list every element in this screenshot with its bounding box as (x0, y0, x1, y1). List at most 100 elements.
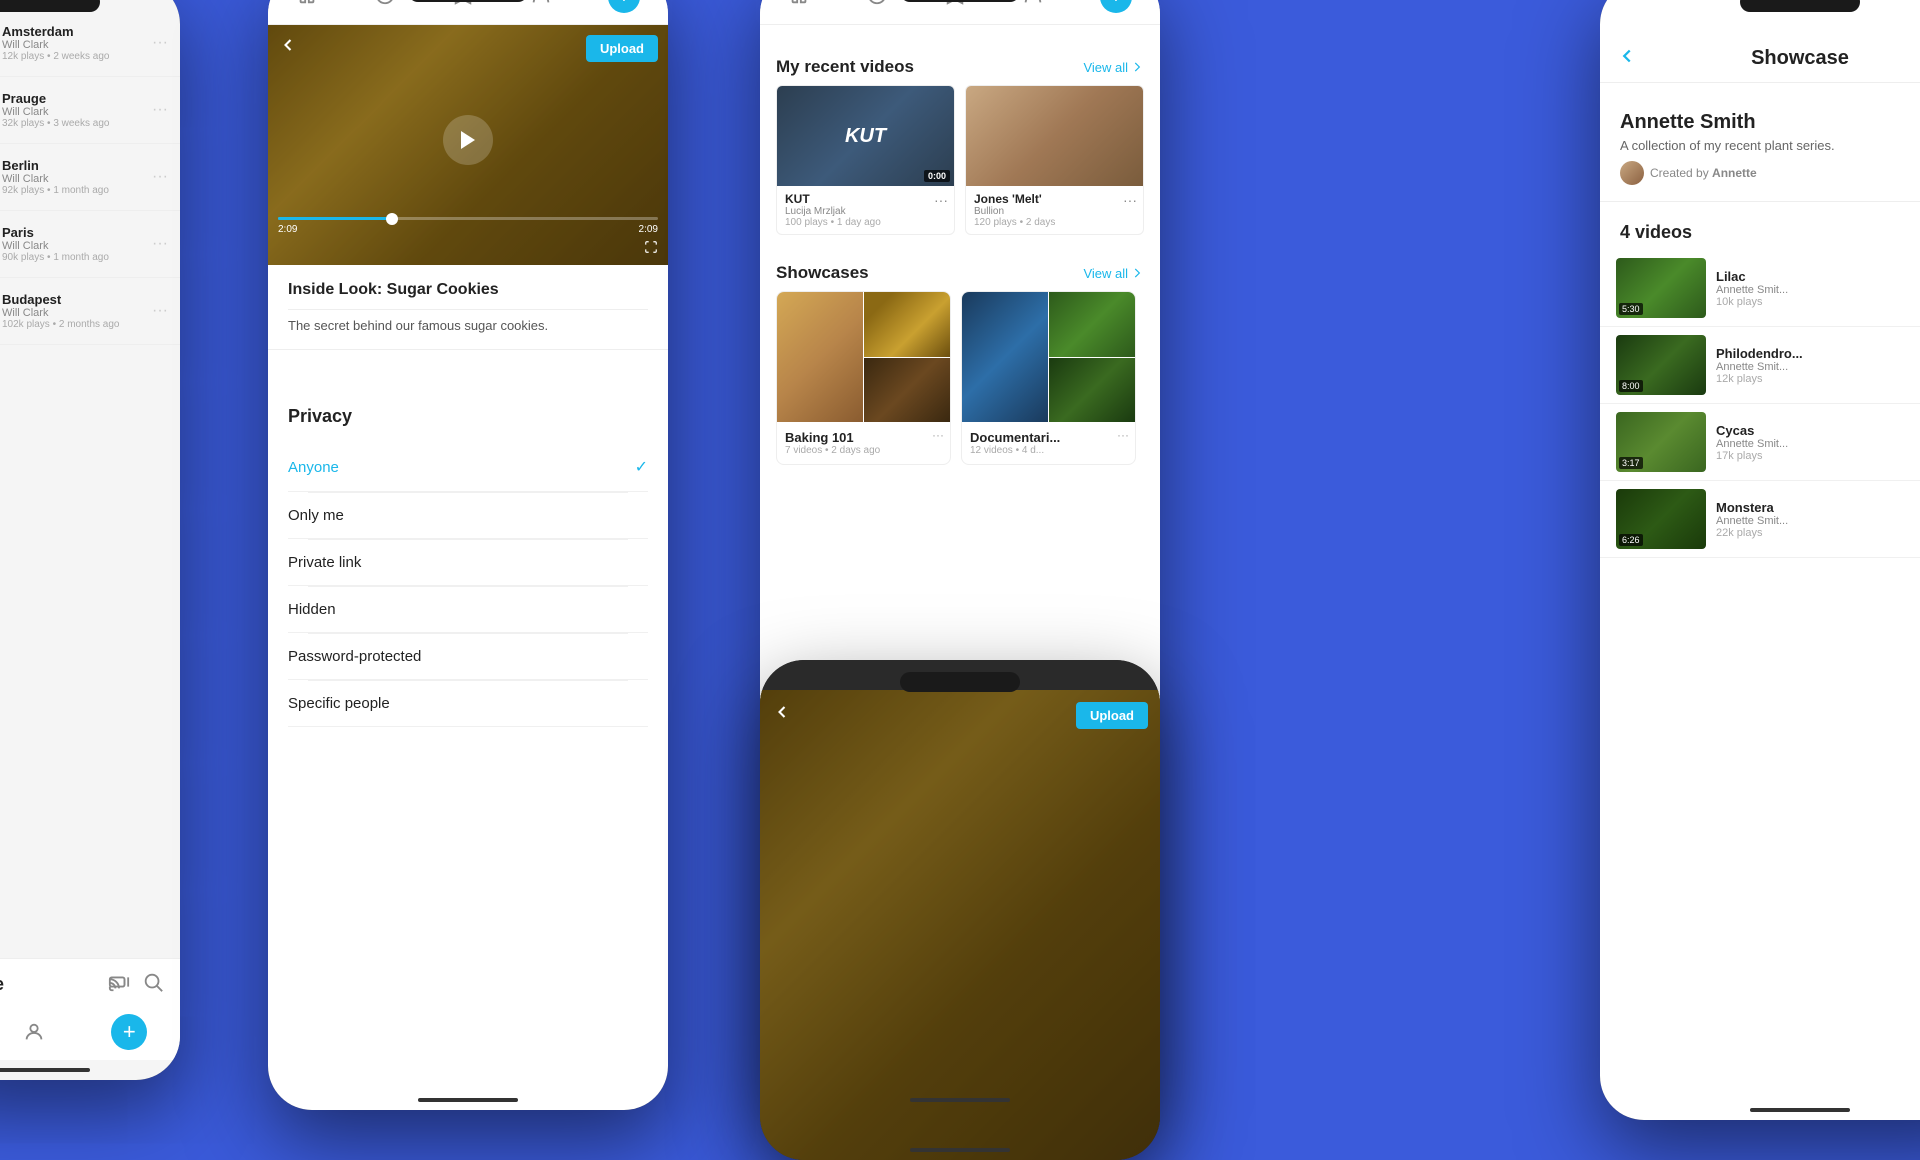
list-item[interactable]: 7:29 Budapest Will Clark 102k plays • 2 … (0, 278, 180, 345)
fullscreen-icon[interactable] (644, 240, 658, 257)
list-item[interactable]: 7:29 Amsterdam Will Clark 12k plays • 2 … (0, 10, 180, 77)
privacy-option-password[interactable]: Password-protected (288, 634, 648, 680)
video-stats: 12k plays • 2 weeks ago (2, 51, 142, 62)
video-title: Berlin (2, 158, 142, 173)
more-button[interactable]: ··· (152, 235, 168, 253)
showcase-meta: 7 videos • 2 days ago (785, 445, 942, 456)
video-creator: Will Clark (2, 173, 142, 185)
privacy-label-specific: Specific people (288, 695, 390, 712)
showcase-info: Documentari... 12 videos • 4 d... ··· (962, 422, 1135, 464)
recent-videos-grid: KUT 0:00 KUT Lucija Mrzljak 100 plays • … (760, 85, 1160, 235)
search-icon[interactable] (142, 971, 164, 998)
list-item[interactable]: 7:29 Paris Will Clark 90k plays • 1 mont… (0, 211, 180, 278)
privacy-option-hidden[interactable]: Hidden (288, 587, 648, 633)
avatar (1620, 161, 1644, 185)
more-button[interactable]: ··· (932, 428, 944, 442)
home-indicator (418, 1098, 518, 1102)
view-all-recent[interactable]: View all (1083, 60, 1144, 75)
video-stats: 10k plays (1716, 296, 1920, 308)
recent-video-jones[interactable]: Jones 'Melt' Bullion 120 plays • 2 days … (965, 85, 1144, 235)
upload-phone: + Upload (268, 0, 668, 1110)
video-title: Prauge (2, 91, 142, 106)
more-button[interactable]: ··· (152, 101, 168, 119)
video-title: Cycas (1716, 423, 1920, 438)
video-stats: 32k plays • 3 weeks ago (2, 118, 142, 129)
video-stats: 17k plays (1716, 450, 1920, 462)
progress-track (278, 217, 658, 220)
showcase-video-monstera[interactable]: 6:26 Monstera Annette Smit... 22k plays (1600, 481, 1920, 558)
upload-button[interactable]: Upload (586, 35, 658, 62)
more-button[interactable]: ··· (934, 192, 948, 208)
showcase-baking[interactable]: Baking 101 7 videos • 2 days ago ··· (776, 291, 951, 465)
video-creator: Will Clark (2, 39, 142, 51)
video-progress[interactable]: 2:09 2:09 (278, 217, 658, 235)
nav-explore-icon[interactable] (374, 0, 396, 11)
privacy-option-onlyme[interactable]: Only me (288, 493, 648, 539)
privacy-label-anyone: Anyone (288, 459, 339, 476)
list-item[interactable]: 7:29 Prauge Will Clark 32k plays • 3 wee… (0, 77, 180, 144)
nav-profile-icon[interactable] (530, 0, 552, 11)
video-stats: 102k plays • 2 months ago (2, 319, 142, 330)
nav-explore-icon[interactable] (866, 0, 888, 11)
video-title: Philodendro... (1716, 346, 1920, 361)
created-by: Created by Annette (1620, 161, 1920, 185)
more-button[interactable]: ··· (152, 302, 168, 320)
showcase-thumb-cell (1049, 292, 1135, 357)
bottom-phone-inner: Upload (760, 660, 1160, 1160)
video-overlay (760, 690, 1160, 1160)
showcase-video-lilac[interactable]: 5:30 Lilac Annette Smit... 10k plays (1600, 250, 1920, 327)
showcase-phone: Showcase Annette Smith A collection of m… (1600, 0, 1920, 1120)
nav-home-icon[interactable] (296, 0, 318, 11)
showcase-thumb-grid (962, 292, 1135, 422)
showcase-thumb-cell (777, 292, 863, 422)
showcase-bar-title: Showcase (0, 974, 4, 995)
back-button[interactable] (772, 702, 792, 727)
more-button[interactable]: ··· (1123, 192, 1137, 208)
privacy-option-specific[interactable]: Specific people (288, 681, 648, 727)
bottom-phone: Upload (760, 660, 1160, 1160)
video-title: Monstera (1716, 500, 1920, 515)
privacy-option-privatelink[interactable]: Private link (288, 540, 648, 586)
upload-button[interactable]: Upload (1076, 702, 1148, 729)
nav-profile-icon[interactable] (22, 1020, 46, 1044)
home-indicator (910, 1148, 1010, 1152)
showcase-video-philodendro[interactable]: 8:00 Philodendro... Annette Smit... 12k … (1600, 327, 1920, 404)
nav-plus-button[interactable]: + (111, 1014, 147, 1050)
privacy-label-privatelink: Private link (288, 554, 361, 571)
cast-icon[interactable] (108, 971, 130, 998)
back-button[interactable] (1616, 45, 1638, 73)
showcase-video-cycas[interactable]: 3:17 Cycas Annette Smit... 17k plays (1600, 404, 1920, 481)
list-item[interactable]: 7:29 Berlin Will Clark 92k plays • 1 mon… (0, 144, 180, 211)
duration-badge: 8:00 (1619, 380, 1643, 392)
video-creator: Annette Smit... (1716, 515, 1920, 527)
nav-profile-icon[interactable] (1022, 0, 1044, 11)
video-stats: 120 plays • 2 days (974, 217, 1135, 228)
more-button[interactable]: ··· (152, 168, 168, 186)
video-title: Jones 'Melt' (974, 192, 1135, 206)
showcase-thumb-cell (864, 358, 950, 423)
nav-plus-button[interactable]: + (1100, 0, 1132, 13)
video-info: Lilac Annette Smit... 10k plays (1716, 269, 1920, 308)
video-info: Prauge Will Clark 32k plays • 3 weeks ag… (2, 91, 142, 129)
privacy-option-anyone[interactable]: Anyone ✓ (288, 443, 648, 492)
video-stats: 100 plays • 1 day ago (785, 217, 946, 228)
video-stats: 90k plays • 1 month ago (2, 252, 142, 263)
nav-plus-button[interactable]: + (608, 0, 640, 13)
video-info: Philodendro... Annette Smit... 12k plays (1716, 346, 1920, 385)
notch (0, 0, 100, 12)
video-count: 4 videos (1600, 210, 1920, 249)
video-creator: Will Clark (2, 240, 142, 252)
duration-badge: 0:00 (924, 170, 950, 182)
video-list: 7:29 Amsterdam Will Clark 12k plays • 2 … (0, 10, 180, 345)
more-button[interactable]: ··· (1117, 428, 1129, 442)
view-all-showcases[interactable]: View all (1083, 266, 1144, 281)
play-button[interactable] (443, 115, 493, 165)
back-button[interactable] (278, 35, 298, 61)
video-info: Amsterdam Will Clark 12k plays • 2 weeks… (2, 24, 142, 62)
showcase-documentary[interactable]: Documentari... 12 videos • 4 d... ··· (961, 291, 1136, 465)
recent-video-kut[interactable]: KUT 0:00 KUT Lucija Mrzljak 100 plays • … (776, 85, 955, 235)
more-button[interactable]: ··· (152, 34, 168, 52)
video-thumbnail: 6:26 (1616, 489, 1706, 549)
nav-home-icon[interactable] (788, 0, 810, 11)
author-description: A collection of my recent plant series. (1620, 138, 1920, 153)
